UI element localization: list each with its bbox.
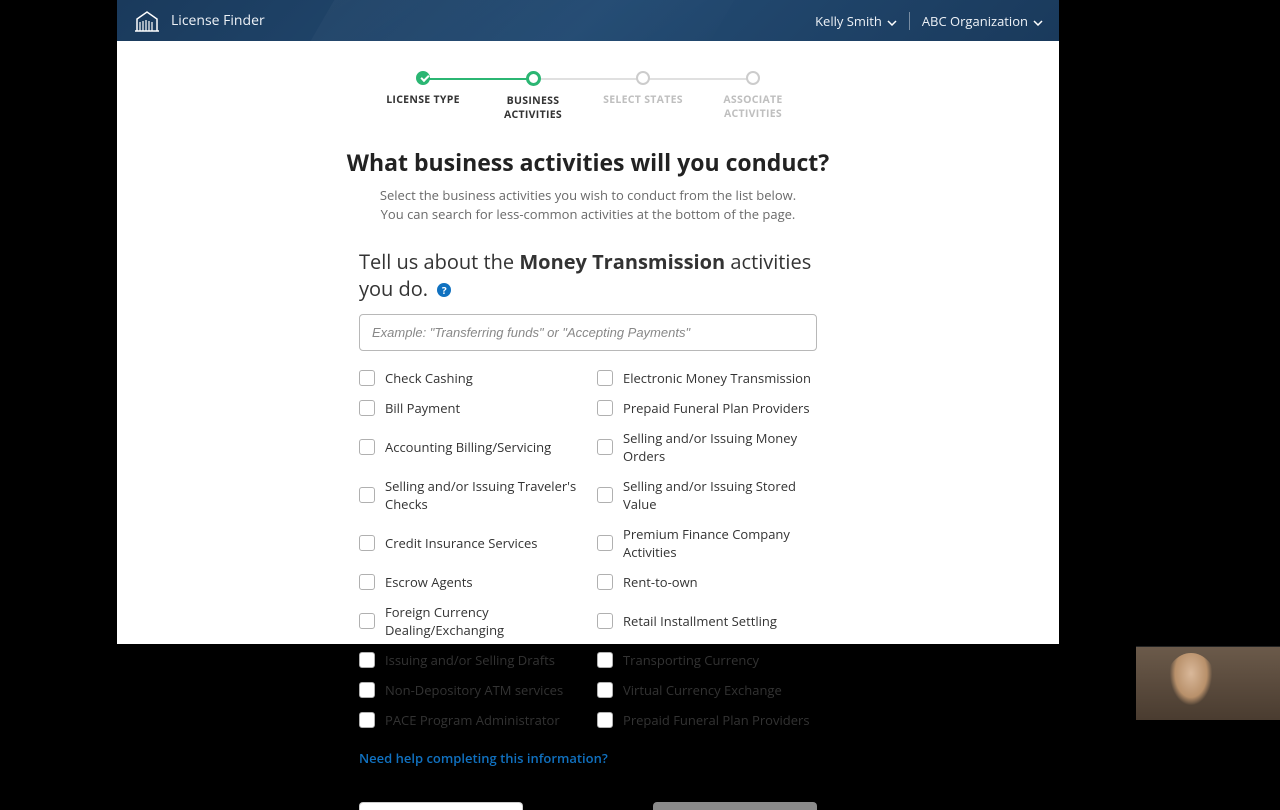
stepper: LICENSE TYPE BUSINESS ACTIVITIES SELECT …: [117, 71, 1059, 122]
user-menu[interactable]: Kelly Smith: [815, 12, 897, 30]
user-name: Kelly Smith: [815, 12, 882, 30]
help-link[interactable]: Need help completing this information?: [359, 749, 608, 767]
checkbox[interactable]: [597, 682, 613, 698]
webcam-overlay: [1136, 646, 1280, 720]
step-select-states: SELECT STATES: [588, 71, 698, 107]
checkbox[interactable]: [597, 574, 613, 590]
checkbox[interactable]: [597, 535, 613, 551]
section-prompt: Tell us about the Money Transmission act…: [359, 248, 817, 302]
form-main: Tell us about the Money Transmission act…: [359, 248, 817, 810]
step-label: LICENSE TYPE: [386, 93, 460, 107]
header-right: Kelly Smith ABC Organization: [815, 12, 1043, 30]
activity-option[interactable]: Transporting Currency: [597, 651, 817, 669]
activity-option[interactable]: Premium Finance Company Activities: [597, 525, 817, 561]
activity-option[interactable]: Retail Installment Settling: [597, 603, 817, 639]
activity-option[interactable]: Non-Depository ATM services: [359, 681, 579, 699]
step-license-type[interactable]: LICENSE TYPE: [368, 71, 478, 107]
checkbox[interactable]: [597, 613, 613, 629]
page-subheading: Select the business activities you wish …: [117, 186, 1059, 224]
checkbox[interactable]: [359, 439, 375, 455]
activity-option[interactable]: Selling and/or Issuing Traveler's Checks: [359, 477, 579, 513]
activity-option[interactable]: Electronic Money Transmission: [597, 369, 817, 387]
step-label: ASSOCIATE ACTIVITIES: [698, 93, 808, 121]
activity-option[interactable]: Selling and/or Issuing Stored Value: [597, 477, 817, 513]
app-title: License Finder: [171, 11, 265, 30]
checkbox[interactable]: [359, 574, 375, 590]
activity-option[interactable]: Prepaid Funeral Plan Providers: [597, 399, 817, 417]
activity-option[interactable]: Virtual Currency Exchange: [597, 681, 817, 699]
checkbox[interactable]: [597, 487, 613, 503]
checkbox[interactable]: [359, 535, 375, 551]
button-row: [359, 802, 817, 810]
checkbox[interactable]: [597, 439, 613, 455]
activity-option[interactable]: Rent-to-own: [597, 573, 817, 591]
content: LICENSE TYPE BUSINESS ACTIVITIES SELECT …: [117, 41, 1059, 810]
page-title: What business activities will you conduc…: [117, 146, 1059, 178]
activity-option[interactable]: Foreign Currency Dealing/Exchanging: [359, 603, 579, 639]
org-menu[interactable]: ABC Organization: [922, 12, 1043, 30]
presenter-face: [1166, 653, 1216, 711]
checkbox[interactable]: [597, 400, 613, 416]
next-button[interactable]: [653, 802, 817, 810]
step-label: SELECT STATES: [603, 93, 683, 107]
activity-option[interactable]: Issuing and/or Selling Drafts: [359, 651, 579, 669]
activity-option[interactable]: Escrow Agents: [359, 573, 579, 591]
activities-col-right: Electronic Money Transmission: [597, 369, 817, 387]
activities-col-left: Check Cashing: [359, 369, 579, 387]
checkbox[interactable]: [359, 652, 375, 668]
activity-option[interactable]: Check Cashing: [359, 369, 579, 387]
step-label: BUSINESS ACTIVITIES: [478, 94, 588, 122]
activity-option[interactable]: Selling and/or Issuing Money Orders: [597, 429, 817, 465]
activity-option[interactable]: Credit Insurance Services: [359, 525, 579, 561]
nmls-logo-icon: [133, 9, 161, 33]
help-icon[interactable]: ?: [437, 283, 451, 297]
back-button[interactable]: [359, 802, 523, 810]
page-heading: What business activities will you conduc…: [117, 146, 1059, 178]
checkbox[interactable]: [597, 652, 613, 668]
checkbox[interactable]: [597, 370, 613, 386]
chevron-down-icon: [1033, 12, 1043, 30]
activity-option[interactable]: Accounting Billing/Servicing: [359, 429, 579, 465]
app-header: License Finder Kelly Smith ABC Organizat…: [117, 0, 1059, 41]
checkbox[interactable]: [359, 682, 375, 698]
logo: License Finder: [133, 9, 265, 33]
activity-option[interactable]: Bill Payment: [359, 399, 579, 417]
activities-grid: Check Cashing Electronic Money Transmiss…: [359, 369, 817, 729]
org-name: ABC Organization: [922, 12, 1028, 30]
app-window: License Finder Kelly Smith ABC Organizat…: [117, 0, 1059, 644]
checkbox[interactable]: [359, 613, 375, 629]
check-icon: [420, 73, 429, 82]
checkbox[interactable]: [359, 370, 375, 386]
separator: [909, 12, 910, 30]
checkbox[interactable]: [359, 487, 375, 503]
chevron-down-icon: [887, 12, 897, 30]
activity-search-input[interactable]: [359, 314, 817, 351]
checkbox[interactable]: [359, 400, 375, 416]
